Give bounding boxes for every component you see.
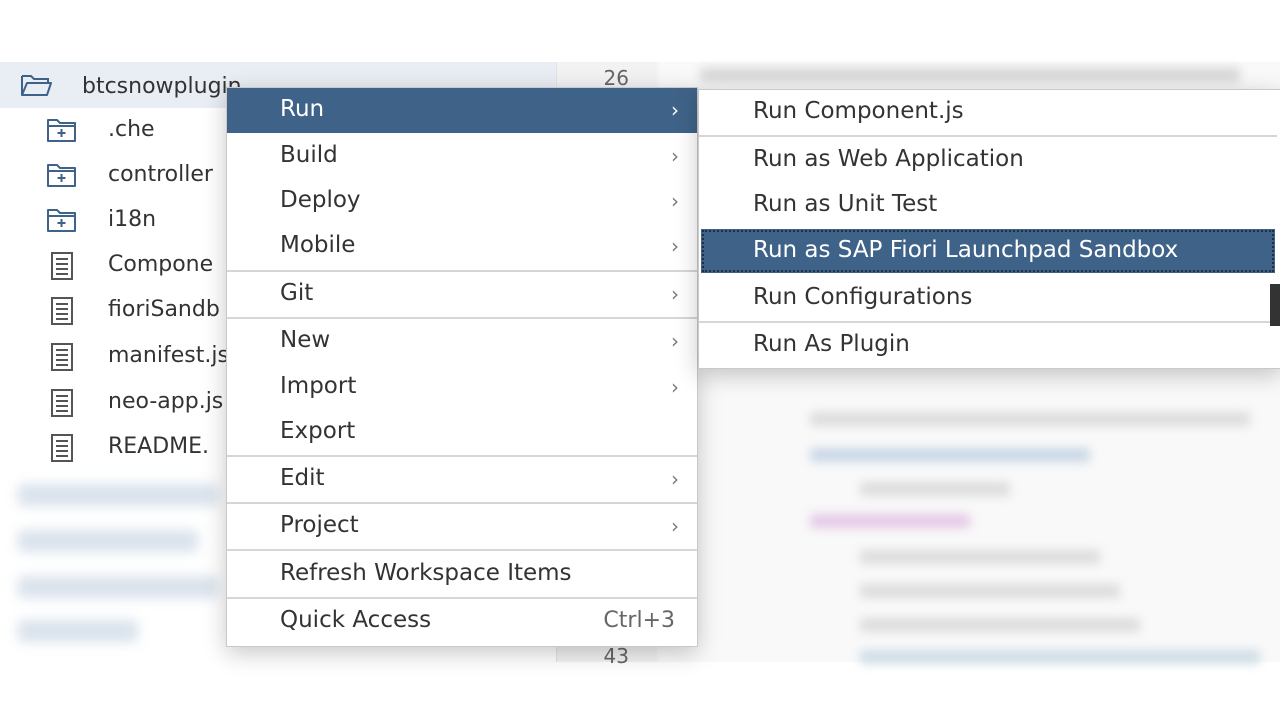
tree-root-label: btcsnowplugin xyxy=(82,74,242,99)
submenu-item-label: Run as Unit Test xyxy=(753,191,938,217)
menu-item-label: Mobile xyxy=(280,232,356,258)
menu-separator xyxy=(699,135,1277,137)
menu-item-label: Export xyxy=(280,418,356,444)
blurred-code-line xyxy=(860,650,1260,664)
menu-item-quick-access[interactable]: Quick Access Ctrl+3 xyxy=(227,599,697,644)
menu-item-new[interactable]: New › xyxy=(227,319,697,364)
tree-item-label: fioriSandb xyxy=(108,297,220,322)
submenu-item-label: Run As Plugin xyxy=(753,331,910,357)
menu-item-label: New xyxy=(280,327,331,353)
menu-item-deploy[interactable]: Deploy › xyxy=(227,179,697,224)
blurred-code-line xyxy=(810,412,1250,426)
menu-item-project[interactable]: Project › xyxy=(227,504,697,549)
chevron-right-icon: › xyxy=(671,514,679,538)
blurred-code-line xyxy=(810,448,1090,462)
blurred-tree-row xyxy=(18,484,218,506)
chevron-right-icon: › xyxy=(671,98,679,122)
blurred-code-line xyxy=(860,482,1010,496)
submenu-item-run-component[interactable]: Run Component.js xyxy=(699,90,1277,134)
chevron-right-icon: › xyxy=(671,282,679,306)
folder-icon xyxy=(46,207,78,237)
submenu-item-run-as-plugin[interactable]: Run As Plugin xyxy=(699,323,1277,367)
file-icon xyxy=(50,342,74,376)
submenu-item-label: Run Component.js xyxy=(753,98,964,124)
chevron-right-icon: › xyxy=(671,375,679,399)
folder-icon xyxy=(46,162,78,192)
blurred-tree-row xyxy=(18,576,218,598)
submenu-item-run-fiori-sandbox[interactable]: Run as SAP Fiori Launchpad Sandbox xyxy=(701,229,1275,273)
blurred-tree-row xyxy=(18,530,198,552)
tree-item-label: controller xyxy=(108,162,213,187)
scrollbar-thumb[interactable] xyxy=(1270,284,1280,326)
tree-item-label: .che xyxy=(108,117,155,142)
folder-icon xyxy=(46,117,78,147)
folder-open-icon xyxy=(20,72,52,102)
menu-item-run[interactable]: Run › xyxy=(227,88,697,133)
submenu-item-label: Run as SAP Fiori Launchpad Sandbox xyxy=(753,237,1179,263)
submenu-item-run-unit-test[interactable]: Run as Unit Test xyxy=(699,183,1277,227)
blurred-code-line xyxy=(860,618,1140,632)
tree-item-label: neo-app.js xyxy=(108,389,224,414)
chevron-right-icon: › xyxy=(671,189,679,213)
submenu-item-label: Run as Web Application xyxy=(753,146,1024,172)
blurred-code-line xyxy=(860,584,1120,598)
menu-item-git[interactable]: Git › xyxy=(227,272,697,317)
run-submenu: Run Component.js Run as Web Application … xyxy=(698,89,1280,369)
menu-item-build[interactable]: Build › xyxy=(227,134,697,179)
chevron-right-icon: › xyxy=(671,144,679,168)
menu-item-label: Build xyxy=(280,142,338,168)
submenu-item-label: Run Configurations xyxy=(753,284,973,310)
menu-item-label: Run xyxy=(280,96,325,122)
menu-item-mobile[interactable]: Mobile › xyxy=(227,224,697,269)
menu-item-label: Git xyxy=(280,280,314,306)
menu-item-label: Edit xyxy=(280,465,325,491)
menu-item-import[interactable]: Import › xyxy=(227,365,697,410)
file-icon xyxy=(50,433,74,467)
menu-item-label: Import xyxy=(280,373,357,399)
menu-item-label: Refresh Workspace Items xyxy=(280,560,572,586)
blurred-code-line xyxy=(860,550,1100,564)
file-icon xyxy=(50,388,74,422)
menu-item-label: Project xyxy=(280,512,359,538)
tree-item-label: manifest.js xyxy=(108,343,229,368)
keyboard-shortcut: Ctrl+3 xyxy=(603,608,675,633)
blurred-code-line xyxy=(810,514,970,528)
menu-item-refresh-workspace[interactable]: Refresh Workspace Items xyxy=(227,552,697,597)
chevron-right-icon: › xyxy=(671,467,679,491)
menu-item-label: Quick Access xyxy=(280,607,432,633)
tree-item-label: Compone xyxy=(108,252,214,277)
submenu-item-run-configurations[interactable]: Run Configurations xyxy=(699,276,1277,320)
submenu-item-run-web-app[interactable]: Run as Web Application xyxy=(699,138,1277,182)
chevron-right-icon: › xyxy=(671,329,679,353)
blurred-code-line xyxy=(700,68,1240,82)
line-number: 43 xyxy=(603,644,629,668)
menu-item-export[interactable]: Export xyxy=(227,410,697,455)
tree-item-label: i18n xyxy=(108,207,157,232)
context-menu: Run › Build › Deploy › Mobile › Git › Ne… xyxy=(226,87,698,647)
blurred-tree-row xyxy=(18,620,138,642)
menu-item-edit[interactable]: Edit › xyxy=(227,457,697,502)
tree-item-label: README. xyxy=(108,434,210,459)
chevron-right-icon: › xyxy=(671,234,679,258)
menu-item-label: Deploy xyxy=(280,187,361,213)
file-icon xyxy=(50,251,74,285)
menu-separator xyxy=(227,549,697,551)
file-icon xyxy=(50,296,74,330)
